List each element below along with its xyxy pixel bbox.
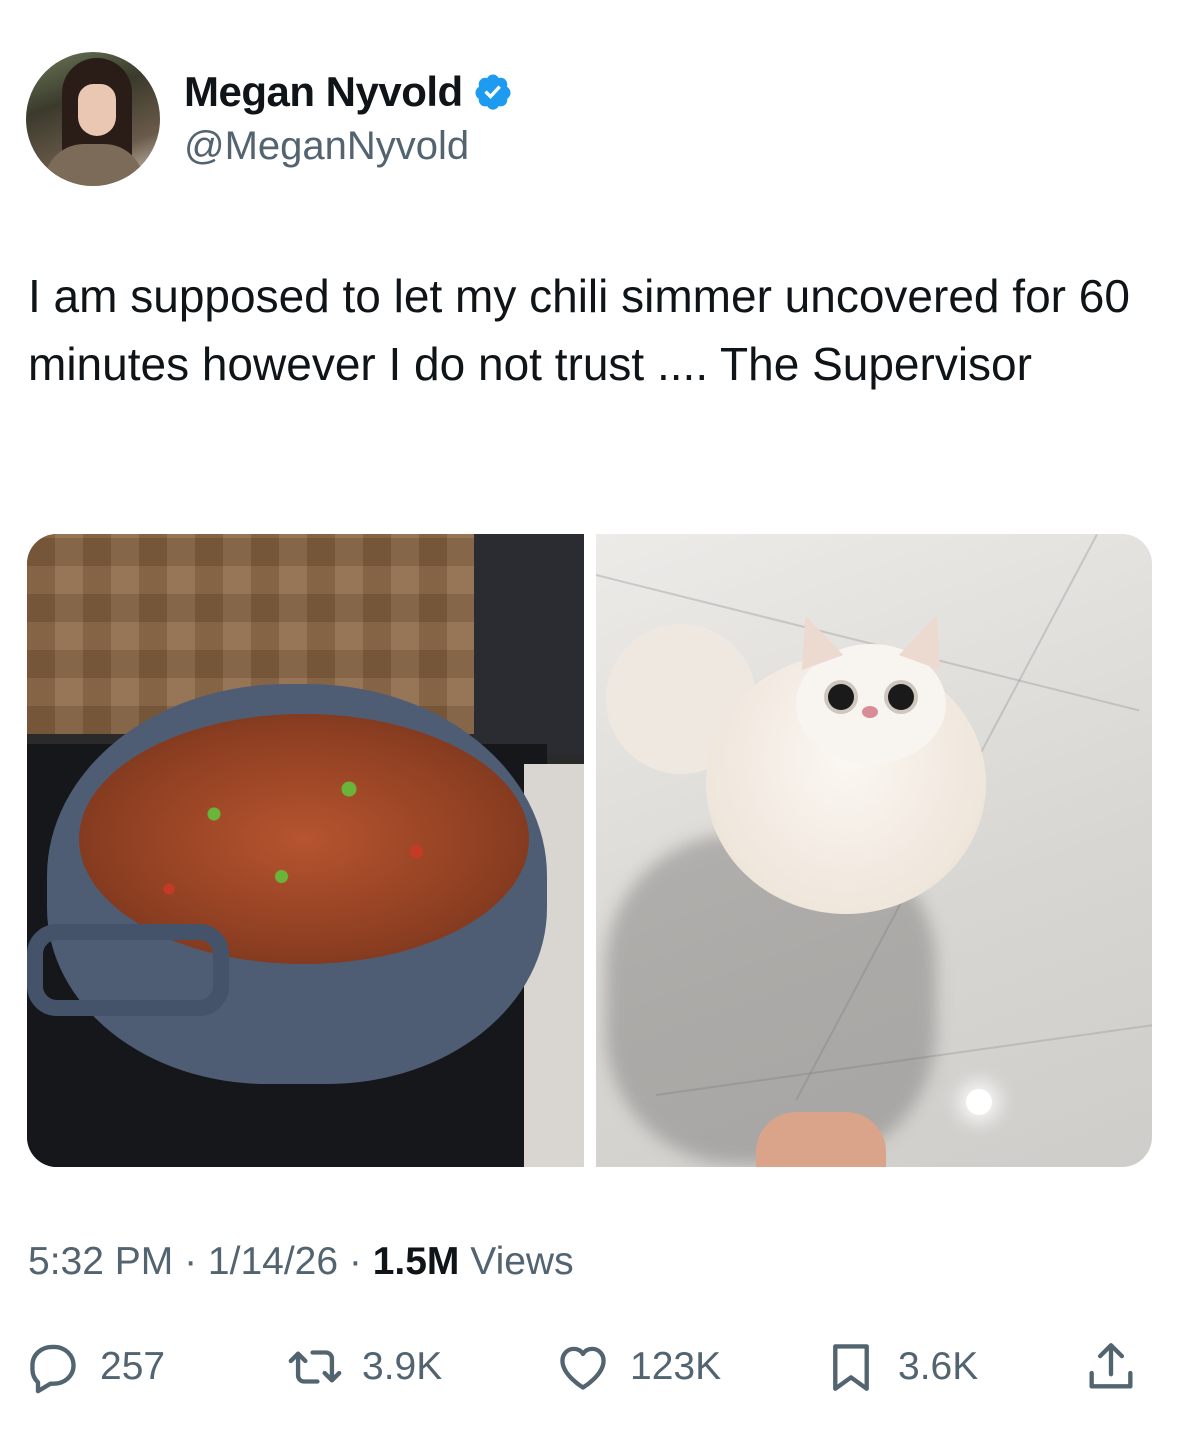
heart-icon: [560, 1346, 606, 1390]
photo-foot: [755, 1112, 886, 1167]
author-handle[interactable]: @MeganNyvold: [184, 124, 469, 169]
repost-count: 3.9K: [362, 1345, 443, 1388]
author-name-row: Megan Nyvold: [184, 68, 513, 116]
bookmark-icon: [833, 1344, 869, 1391]
reply-count: 257: [100, 1345, 166, 1388]
tweet-time[interactable]: 5:32 PM: [28, 1240, 173, 1283]
bookmark-count: 3.6K: [898, 1345, 979, 1388]
photo-cabinet: [473, 534, 584, 754]
share-icon: [1089, 1343, 1133, 1389]
reply-button[interactable]: 257: [24, 1338, 165, 1396]
photo-floor-glare: [965, 1089, 992, 1115]
reply-icon: [30, 1344, 76, 1394]
chili-pot-photo[interactable]: [27, 534, 584, 1167]
photo-cat-nose: [861, 706, 878, 718]
tweet-media: [27, 534, 1152, 1167]
cat-photo[interactable]: [595, 534, 1152, 1167]
meta-separator: ·: [338, 1240, 373, 1283]
photo-cat-eye: [827, 684, 854, 710]
tweet-text: I am supposed to let my chili simmer unc…: [28, 270, 1130, 390]
repost-icon: [288, 1350, 342, 1384]
verified-badge-icon[interactable]: [473, 72, 513, 112]
photo-cat-eye: [887, 684, 914, 710]
tweet-date[interactable]: 1/14/26: [208, 1240, 338, 1283]
tweet-actions: 257 3.9K 123K 3.6K: [24, 1338, 1144, 1398]
bookmark-button[interactable]: 3.6K: [822, 1338, 978, 1396]
views-label: Views: [459, 1240, 574, 1283]
like-count: 123K: [630, 1345, 722, 1388]
tweet-metadata: 5:32 PM · 1/14/26 · 1.5M Views: [28, 1240, 574, 1284]
like-button[interactable]: 123K: [554, 1338, 721, 1396]
author-display-name[interactable]: Megan Nyvold: [184, 68, 463, 116]
meta-separator: ·: [173, 1240, 208, 1283]
repost-button[interactable]: 3.9K: [286, 1338, 442, 1396]
avatar[interactable]: [26, 52, 160, 186]
avatar-face: [78, 84, 116, 136]
views-count[interactable]: 1.5M: [373, 1240, 460, 1283]
photo-pot-handle: [27, 924, 229, 1016]
share-button[interactable]: [1082, 1338, 1158, 1396]
